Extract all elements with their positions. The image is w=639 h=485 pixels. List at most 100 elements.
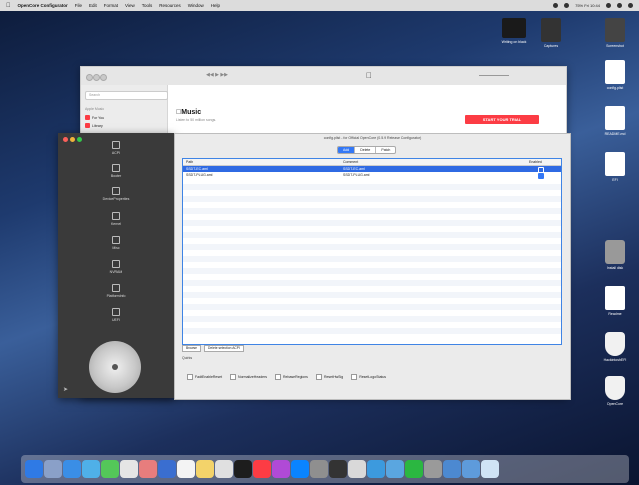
library-icon bbox=[85, 123, 90, 128]
disk-icon bbox=[605, 240, 625, 264]
tab-delete[interactable]: Delete bbox=[355, 147, 377, 153]
launchpad-icon[interactable] bbox=[44, 460, 62, 478]
minimize-button[interactable] bbox=[93, 74, 100, 81]
notification-center-icon[interactable] bbox=[628, 3, 633, 8]
terminal-icon[interactable] bbox=[234, 460, 252, 478]
documents-folder-icon[interactable] bbox=[462, 460, 480, 478]
zoom-button[interactable] bbox=[100, 74, 107, 81]
table-header: Path Comment Enabled bbox=[183, 159, 561, 166]
search-input[interactable]: Search bbox=[85, 91, 168, 100]
nav-misc[interactable]: Misc bbox=[58, 236, 174, 250]
menu-file[interactable]: File bbox=[75, 3, 82, 8]
music-note-icon bbox=[85, 115, 90, 120]
apple-menu-icon[interactable]:  bbox=[6, 3, 11, 9]
table-buttons: Browse Delete selection ACPI bbox=[182, 345, 244, 352]
nav-nvram[interactable]: NVRAM bbox=[58, 260, 174, 274]
nav-platforminfo[interactable]: PlatformInfo bbox=[58, 284, 174, 298]
calendar-icon[interactable] bbox=[177, 460, 195, 478]
contacts-icon[interactable] bbox=[158, 460, 176, 478]
menu-view[interactable]: View bbox=[125, 3, 135, 8]
menu-window[interactable]: Window bbox=[188, 3, 204, 8]
sidebar-item-for-you[interactable]: For You bbox=[85, 115, 104, 120]
downloads-folder-icon[interactable] bbox=[443, 460, 461, 478]
desktop-icon[interactable]: HackintoshEFI bbox=[598, 332, 632, 362]
menu-resources[interactable]: Resources bbox=[159, 3, 181, 8]
music-icon[interactable] bbox=[253, 460, 271, 478]
document-icon bbox=[605, 106, 625, 130]
sidebar-item-library[interactable]: Library bbox=[85, 123, 103, 128]
trash-icon[interactable] bbox=[481, 460, 499, 478]
desktop-icon[interactable]: EFI bbox=[598, 152, 632, 182]
share-icon[interactable]: ➤ bbox=[63, 386, 68, 393]
wifi-icon[interactable] bbox=[553, 3, 559, 8]
mail-icon[interactable] bbox=[82, 460, 100, 478]
acpi-icon bbox=[112, 141, 120, 149]
desktop-icon[interactable]: Captures bbox=[534, 18, 568, 48]
row-comment: SSDT-PLUG.aml bbox=[343, 173, 370, 177]
maps-icon[interactable] bbox=[120, 460, 138, 478]
nav-uefi[interactable]: UEFI bbox=[58, 308, 174, 322]
quirk-normalizeheaders[interactable]: NormalizeHeaders bbox=[230, 374, 267, 380]
desktop-icon[interactable]: Writing on black bbox=[497, 18, 531, 44]
menu-app-name[interactable]: OpenCore Configurator bbox=[18, 3, 68, 8]
opencore-configurator-icon[interactable] bbox=[329, 460, 347, 478]
volume-slider[interactable] bbox=[479, 75, 509, 76]
status-clock[interactable]: 75% Fri 10:44 bbox=[575, 3, 600, 8]
quirk-fadtenablereset[interactable]: FadtEnableReset bbox=[187, 374, 222, 380]
telegram-icon[interactable] bbox=[386, 460, 404, 478]
uefi-icon bbox=[112, 308, 120, 316]
row-path: SSDT-PLUG.aml bbox=[186, 173, 213, 177]
apple-music-logo: Music bbox=[176, 109, 201, 116]
playback-controls-icon[interactable]: ◀◀ ▶ ▶▶ bbox=[206, 72, 228, 78]
volume-icon[interactable] bbox=[564, 3, 570, 8]
utility-icon[interactable] bbox=[424, 460, 442, 478]
facetime-icon[interactable] bbox=[101, 460, 119, 478]
menu-tools[interactable]: Tools bbox=[142, 3, 153, 8]
safari-icon[interactable] bbox=[63, 460, 81, 478]
document-icon bbox=[605, 152, 625, 176]
music-toolbar: ◀◀ ▶ ▶▶  bbox=[81, 67, 566, 86]
configurator-sidebar: ACPI Booter DeviceProperties Kernel Misc… bbox=[58, 133, 174, 398]
column-path[interactable]: Path bbox=[186, 159, 193, 165]
desktop-icon[interactable]: Readme bbox=[598, 286, 632, 316]
nav-kernel[interactable]: Kernel bbox=[58, 212, 174, 226]
quirk-resethwsig[interactable]: ResetHwSig bbox=[315, 374, 343, 380]
desktop-icon[interactable]: Install disk bbox=[598, 240, 632, 270]
quirk-rebaseregions[interactable]: RebaseRegions bbox=[275, 374, 308, 380]
nav-acpi[interactable]: ACPI bbox=[58, 141, 174, 155]
app-store-icon[interactable] bbox=[291, 460, 309, 478]
xcode-icon[interactable] bbox=[367, 460, 385, 478]
desktop-icon[interactable]: Screenshot bbox=[598, 18, 632, 48]
column-comment[interactable]: Comment bbox=[343, 159, 358, 165]
desktop-icon[interactable]: config.plist bbox=[598, 60, 632, 90]
apple-logo-icon:  bbox=[366, 71, 372, 80]
tab-add[interactable]: Add bbox=[338, 147, 356, 153]
search-icon[interactable] bbox=[606, 3, 611, 8]
start-trial-button[interactable]: START YOUR TRIAL bbox=[465, 115, 539, 124]
system-preferences-icon[interactable] bbox=[310, 460, 328, 478]
browse-button[interactable]: Browse bbox=[182, 345, 201, 352]
finder-icon[interactable] bbox=[25, 460, 43, 478]
quirk-resetlogostatus[interactable]: ResetLogoStatus bbox=[351, 374, 386, 380]
siri-icon[interactable] bbox=[617, 3, 622, 8]
acpi-table[interactable]: Path Comment Enabled SSDT-EC.aml SSDT-EC… bbox=[182, 158, 562, 345]
nav-booter[interactable]: Booter bbox=[58, 164, 174, 178]
menu-format[interactable]: Format bbox=[104, 3, 118, 8]
column-enabled[interactable]: Enabled bbox=[529, 159, 542, 165]
desktop-icon[interactable]: README.md bbox=[598, 106, 632, 136]
enabled-checkbox[interactable] bbox=[538, 173, 544, 179]
preview-icon[interactable] bbox=[348, 460, 366, 478]
nav-deviceproperties[interactable]: DeviceProperties bbox=[58, 187, 174, 201]
tab-patch[interactable]: Patch bbox=[376, 147, 395, 153]
notes-icon[interactable] bbox=[196, 460, 214, 478]
menu-help[interactable]: Help bbox=[211, 3, 220, 8]
menu-edit[interactable]: Edit bbox=[89, 3, 97, 8]
reminders-icon[interactable] bbox=[215, 460, 233, 478]
podcasts-icon[interactable] bbox=[272, 460, 290, 478]
table-row[interactable]: SSDT-PLUG.aml SSDT-PLUG.aml bbox=[183, 172, 561, 179]
photos-icon[interactable] bbox=[139, 460, 157, 478]
close-button[interactable] bbox=[86, 74, 93, 81]
whatsapp-icon[interactable] bbox=[405, 460, 423, 478]
desktop-icon[interactable]: OpenCore bbox=[598, 376, 632, 406]
delete-selection-button[interactable]: Delete selection ACPI bbox=[204, 345, 244, 352]
